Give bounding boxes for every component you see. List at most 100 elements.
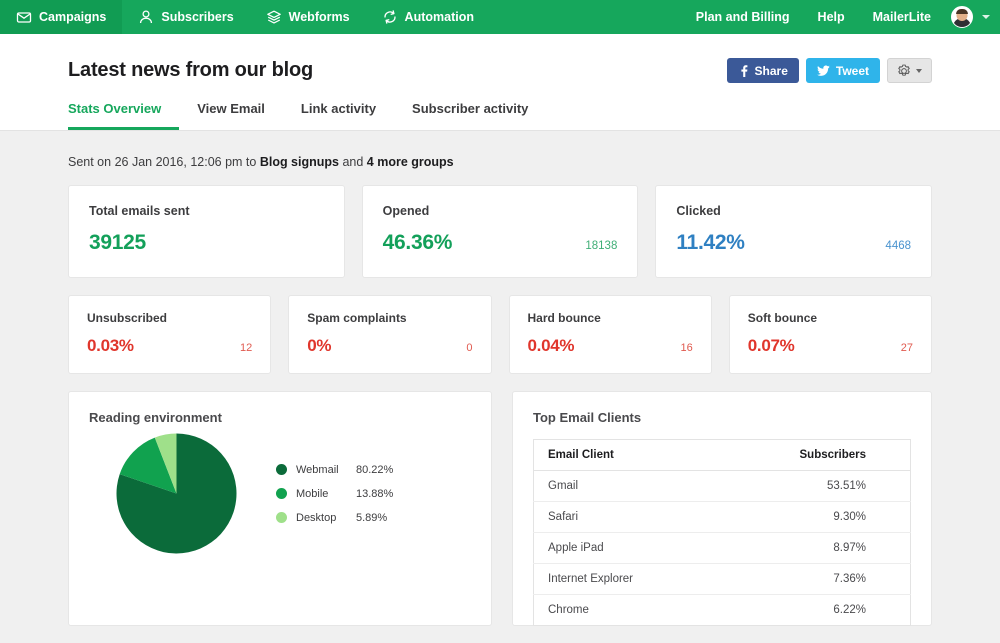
pie-chart-legend: Webmail 80.22% Mobile 13.88% Desktop 5.8… (276, 464, 393, 524)
nav-label-webforms: Webforms (288, 10, 350, 24)
cell-email-client: Internet Explorer (533, 563, 713, 595)
header-actions: Share Tweet (726, 58, 932, 83)
account-chevron-down-icon[interactable] (982, 15, 990, 19)
legend-label-desktop: Desktop (296, 511, 337, 524)
nav-item-subscribers[interactable]: Subscribers (122, 0, 249, 34)
main-content: Sent on 26 Jan 2016, 12:06 pm to Blog si… (0, 131, 1000, 626)
tab-link-activity[interactable]: Link activity (283, 101, 394, 130)
stat-count: 0 (466, 342, 473, 354)
layers-icon (266, 9, 282, 25)
stat-card-clicked: Clicked 11.42% 4468 (655, 185, 933, 278)
cell-subscribers: 53.51% (712, 470, 911, 502)
stat-values: 39125 (89, 231, 324, 255)
top-email-clients-title: Top Email Clients (533, 410, 642, 425)
stat-value: 0% (307, 336, 332, 355)
stat-value: 0.03% (87, 336, 134, 355)
page-title: Latest news from our blog (68, 59, 314, 81)
user-avatar[interactable] (951, 6, 973, 28)
legend-item-mobile: Mobile 13.88% (276, 488, 393, 500)
pie-chart (89, 431, 264, 556)
nav-link-account-name[interactable]: MailerLite (859, 0, 945, 34)
column-header-subscribers: Subscribers (712, 439, 911, 471)
stat-value: 11.42% (676, 231, 745, 254)
stat-label: Total emails sent (89, 204, 190, 218)
secondary-stats-row: Unsubscribed 0.03% 12 Spam complaints 0%… (68, 295, 932, 374)
stat-label: Soft bounce (747, 311, 818, 325)
settings-chevron-down-icon (916, 68, 922, 73)
stat-card-soft-bounce: Soft bounce 0.07% 27 (728, 295, 932, 374)
legend-swatch-webmail (276, 464, 287, 475)
stat-card-hard-bounce: Hard bounce 0.04% 16 (508, 295, 712, 374)
stat-card-total-emails-sent: Total emails sent 39125 (68, 185, 345, 278)
table-head: Email Client Subscribers (533, 439, 911, 471)
stat-count: 12 (240, 342, 253, 354)
nav-link-help[interactable]: Help (804, 0, 859, 34)
sent-group-name[interactable]: Blog signups (260, 155, 339, 169)
legend-swatch-mobile (276, 488, 287, 499)
stat-card-unsubscribed: Unsubscribed 0.03% 12 (68, 295, 272, 374)
legend-item-desktop: Desktop 5.89% (276, 512, 393, 524)
legend-value-webmail: 80.22% (356, 463, 394, 476)
sent-summary: Sent on 26 Jan 2016, 12:06 pm to Blog si… (68, 131, 932, 185)
column-header-email-client: Email Client (533, 439, 713, 471)
nav-item-automation[interactable]: Automation (366, 0, 490, 34)
table-row: Chrome 6.22% (534, 595, 911, 626)
twitter-tweet-button[interactable]: Tweet (805, 58, 880, 83)
facebook-share-button[interactable]: Share (726, 58, 799, 83)
envelope-icon (16, 9, 32, 25)
stat-value: 0.04% (527, 336, 575, 355)
stat-count: 18138 (585, 240, 618, 252)
stat-label: Opened (382, 204, 430, 218)
table-header-row: Email Client Subscribers (533, 439, 911, 471)
top-email-clients-panel: Top Email Clients Email Client Subscribe… (512, 391, 932, 626)
settings-dropdown-button[interactable] (887, 58, 932, 83)
nav-label-subscribers: Subscribers (161, 10, 234, 24)
stat-card-spam-complaints: Spam complaints 0% 0 (288, 295, 492, 374)
cell-subscribers: 8.97% (712, 532, 911, 564)
stat-values: 11.42% 4468 (676, 231, 911, 255)
sent-prefix: Sent on 26 Jan 2016, 12:06 pm to (68, 155, 260, 169)
top-navigation-bar: Campaigns Subscribers Webforms Automatio… (0, 0, 1000, 34)
legend-value-desktop: 5.89% (356, 511, 388, 524)
nav-item-campaigns[interactable]: Campaigns (0, 0, 123, 34)
cell-email-client: Apple iPad (533, 532, 713, 564)
nav-label-automation: Automation (404, 10, 474, 24)
stat-card-opened: Opened 46.36% 18138 (361, 185, 639, 278)
nav-item-webforms[interactable]: Webforms (250, 0, 366, 34)
stat-value: 0.07% (747, 336, 795, 355)
panels-row: Reading environment Webmail 80.22% Mobil… (68, 391, 932, 626)
tab-view-email[interactable]: View Email (179, 101, 283, 130)
tab-stats-overview[interactable]: Stats Overview (68, 101, 180, 130)
tab-subscriber-activity[interactable]: Subscriber activity (394, 101, 546, 130)
table-row: Gmail 53.51% (533, 470, 911, 502)
table-body: Gmail 53.51% Safari 9.30% Apple iPad 8.97% Int… (533, 470, 911, 626)
legend-item-webmail: Webmail 80.22% (276, 464, 393, 476)
legend-label-mobile: Mobile (296, 487, 329, 500)
sent-more-groups[interactable]: 4 more groups (367, 155, 454, 169)
stat-label: Spam complaints (307, 311, 407, 325)
stat-value: 46.36% (382, 231, 453, 254)
legend-swatch-desktop (276, 512, 287, 523)
legend-value-mobile: 13.88% (356, 487, 394, 500)
legend-label-webmail: Webmail (296, 463, 339, 476)
cell-subscribers: 9.30% (712, 501, 911, 533)
stat-values: 0.04% 16 (528, 336, 693, 356)
refresh-icon (382, 9, 398, 25)
stat-values: 0.03% 12 (87, 336, 252, 356)
tab-bar: Stats Overview View Email Link activity … (68, 101, 932, 130)
nav-link-plan-and-billing[interactable]: Plan and Billing (682, 0, 804, 34)
reading-environment-title: Reading environment (89, 410, 222, 425)
avatar-hair (956, 9, 968, 14)
table-row: Apple iPad 8.97% (533, 532, 911, 564)
gear-icon (897, 64, 911, 78)
stat-count: 4468 (885, 240, 912, 252)
nav-label-campaigns: Campaigns (39, 10, 107, 24)
primary-stats-row: Total emails sent 39125 Opened 46.36% 18… (68, 185, 933, 278)
stat-count: 16 (680, 342, 693, 354)
cell-email-client: Gmail (533, 470, 713, 502)
user-icon (138, 9, 154, 25)
cell-subscribers: 7.36% (712, 563, 911, 595)
stat-values: 0% 0 (307, 336, 472, 356)
stat-count: 27 (900, 342, 913, 354)
pie-chart-svg (116, 433, 237, 554)
